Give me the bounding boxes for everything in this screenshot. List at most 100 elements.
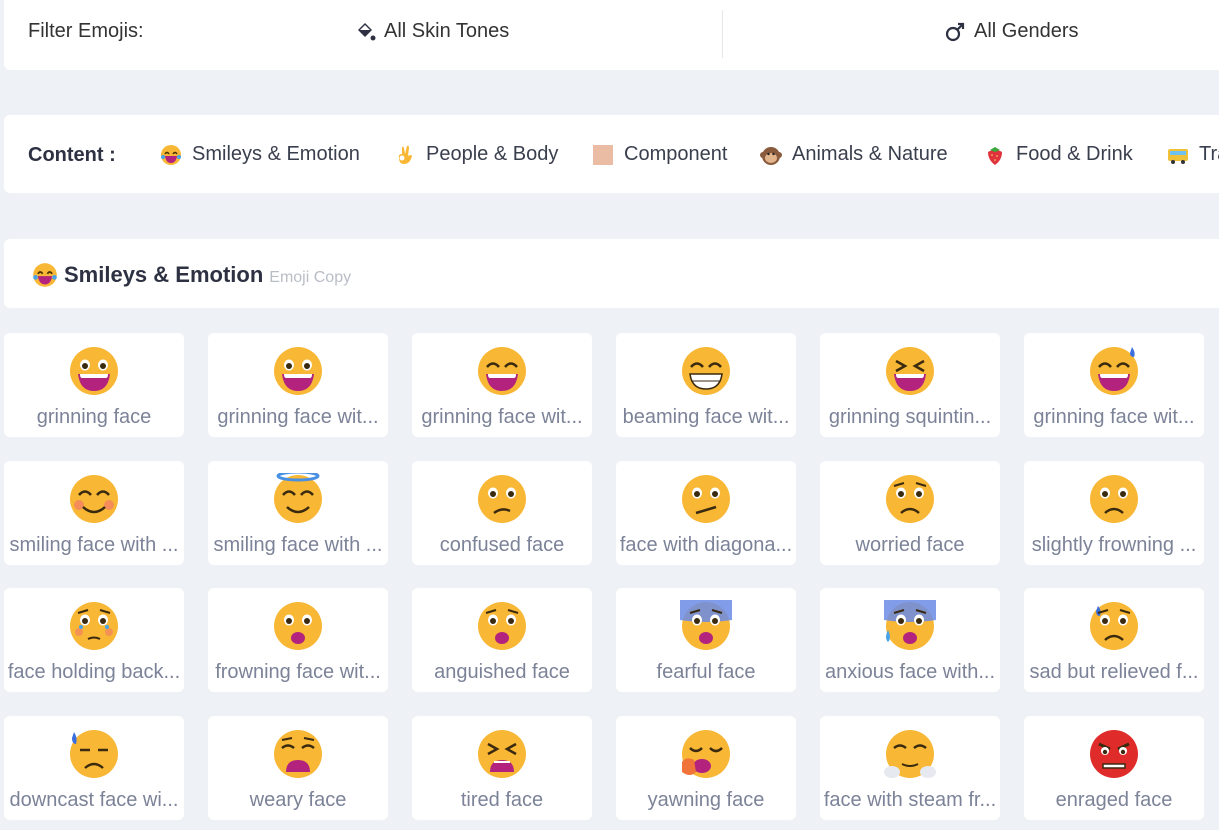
emoji-tile[interactable]: yawning face	[616, 716, 796, 820]
laughing-face-icon	[32, 262, 58, 288]
section-subtitle: Emoji Copy	[269, 269, 352, 286]
category-label: Food & Drink	[1016, 143, 1133, 165]
emoji-tile[interactable]: face holding back...	[4, 588, 184, 692]
smiling-face-halo-icon	[272, 470, 324, 525]
tired-face-icon	[476, 728, 528, 780]
emoji-name: smiling face with ...	[9, 534, 179, 556]
emoji-name: yawning face	[647, 789, 765, 811]
gender-filter[interactable]: All Genders	[944, 20, 1079, 43]
emoji-tile[interactable]: anxious face with...	[820, 588, 1000, 692]
emoji-tile[interactable]: fearful face	[616, 588, 796, 692]
emoji-name: slightly frowning ...	[1031, 534, 1197, 556]
yawning-face-icon	[680, 728, 732, 780]
emoji-name: anguished face	[434, 661, 570, 683]
category-smileys-emotion[interactable]: Smileys & Emotion	[160, 143, 360, 166]
emoji-name: face holding back...	[7, 661, 181, 683]
monkey-face-icon	[760, 144, 782, 166]
emoji-name: face with diagona...	[619, 534, 793, 556]
section-title: Smileys & Emotion	[64, 262, 264, 287]
emoji-tile[interactable]: face with steam fr...	[820, 716, 1000, 820]
emoji-tile[interactable]: tired face	[412, 716, 592, 820]
emoji-tile[interactable]: smiling face with ...	[4, 461, 184, 565]
category-people-body[interactable]: People & Body	[394, 143, 558, 166]
emoji-tile[interactable]: weary face	[208, 716, 388, 820]
emoji-name: grinning face wit...	[421, 406, 583, 428]
emoji-name: grinning squintin...	[828, 406, 992, 428]
beaming-face-icon	[680, 345, 732, 397]
ok-hand-icon	[394, 144, 416, 166]
confused-face-icon	[476, 473, 528, 525]
slightly-frowning-face-icon	[1088, 473, 1140, 525]
emoji-tile[interactable]: downcast face wi...	[4, 716, 184, 820]
emoji-tile[interactable]: smiling face with ...	[208, 461, 388, 565]
grinning-face-big-eyes-icon	[272, 345, 324, 397]
emoji-name: grinning face	[36, 406, 152, 428]
skin-swatch-icon	[592, 144, 614, 166]
category-label: People & Body	[426, 143, 559, 165]
emoji-name: confused face	[439, 534, 565, 556]
emoji-tile[interactable]: grinning face	[4, 333, 184, 437]
emoji-tile[interactable]: grinning face wit...	[208, 333, 388, 437]
worried-face-icon	[884, 473, 936, 525]
emoji-tile[interactable]: grinning face wit...	[1024, 333, 1204, 437]
emoji-name: face with steam fr...	[823, 789, 997, 811]
category-travel-places[interactable]: Tra	[1167, 143, 1219, 166]
emoji-name: enraged face	[1055, 789, 1173, 811]
grinning-face-icon	[68, 345, 120, 397]
category-food-drink[interactable]: Food & Drink	[984, 143, 1133, 166]
emoji-name: smiling face with ...	[213, 534, 383, 556]
emoji-tile[interactable]: anguished face	[412, 588, 592, 692]
emoji-name: downcast face wi...	[9, 789, 179, 811]
enraged-face-icon	[1088, 728, 1140, 780]
emoji-name: frowning face wit...	[215, 661, 381, 683]
emoji-tile[interactable]: sad but relieved f...	[1024, 588, 1204, 692]
sad-relieved-face-icon	[1088, 600, 1140, 652]
category-animals-nature[interactable]: Animals & Nature	[760, 143, 948, 166]
emoji-name: worried face	[855, 534, 965, 556]
weary-face-icon	[272, 728, 324, 780]
laughing-face-icon	[160, 144, 182, 166]
smiling-face-smiling-eyes-icon	[68, 473, 120, 525]
content-label: Content :	[28, 144, 116, 166]
emoji-name: anxious face with...	[824, 661, 996, 683]
emoji-tile[interactable]: face with diagona...	[616, 461, 796, 565]
emoji-name: weary face	[249, 789, 347, 811]
bus-icon	[1167, 144, 1189, 166]
male-sign-icon	[945, 22, 965, 41]
emoji-tile[interactable]: grinning face wit...	[412, 333, 592, 437]
frowning-open-mouth-icon	[272, 600, 324, 652]
emoji-tile[interactable]: worried face	[820, 461, 1000, 565]
grinning-face-smiling-eyes-icon	[476, 345, 528, 397]
skin-tone-filter[interactable]: All Skin Tones	[354, 20, 509, 43]
emoji-tile[interactable]: slightly frowning ...	[1024, 461, 1204, 565]
emoji-tile[interactable]: frowning face wit...	[208, 588, 388, 692]
emoji-name: tired face	[460, 789, 544, 811]
gender-label: All Genders	[974, 20, 1079, 42]
emoji-name: beaming face wit...	[622, 406, 790, 428]
strawberry-icon	[984, 144, 1006, 166]
filter-label: Filter Emojis:	[28, 20, 144, 42]
holding-back-tears-icon	[68, 600, 120, 652]
anguished-face-icon	[476, 600, 528, 652]
diagonal-mouth-face-icon	[680, 473, 732, 525]
grinning-face-sweat-icon	[1088, 345, 1140, 397]
filter-divider	[722, 10, 723, 58]
emoji-tile[interactable]: grinning squintin...	[820, 333, 1000, 437]
steam-nose-face-icon	[884, 728, 936, 780]
section-header: Smileys & Emotion Emoji Copy	[4, 239, 1219, 308]
emoji-name: sad but relieved f...	[1029, 661, 1199, 683]
filter-bar: Filter Emojis: All Skin Tones All Gender…	[4, 0, 1219, 70]
emoji-name: fearful face	[656, 661, 756, 683]
emoji-tile[interactable]: enraged face	[1024, 716, 1204, 820]
grinning-squinting-face-icon	[884, 345, 936, 397]
fearful-face-icon	[680, 600, 732, 652]
skin-tone-label: All Skin Tones	[384, 20, 510, 42]
category-label: Smileys & Emotion	[192, 143, 360, 165]
emoji-name: grinning face wit...	[1033, 406, 1195, 428]
category-label: Animals & Nature	[792, 143, 948, 165]
emoji-tile[interactable]: confused face	[412, 461, 592, 565]
category-bar: Content : Smileys & Emotion People & Bod…	[4, 115, 1219, 193]
emoji-name: grinning face wit...	[217, 406, 379, 428]
emoji-tile[interactable]: beaming face wit...	[616, 333, 796, 437]
category-component[interactable]: Component	[592, 143, 727, 166]
